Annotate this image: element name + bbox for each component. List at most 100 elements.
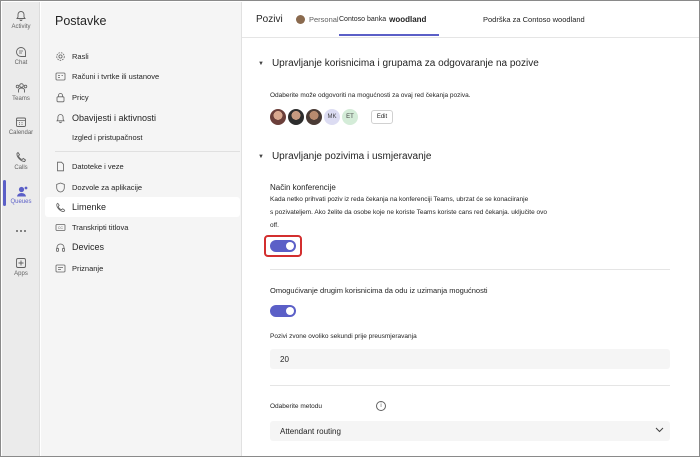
avatar[interactable]: MK <box>324 109 340 125</box>
rail-queues[interactable]: Queues <box>2 184 40 205</box>
rail-label: Calls <box>14 165 28 171</box>
ring-duration-label: Pozivi zvone ovoliko sekundi prije preus… <box>270 333 417 340</box>
tab-label: Podrška za Contoso woodland <box>483 15 585 24</box>
apps-icon <box>14 256 28 270</box>
routing-method-select[interactable]: Attendant routing <box>270 421 670 441</box>
rail-chat[interactable]: Chat <box>2 45 40 66</box>
section-call-routing[interactable]: ▼ Upravljanje pozivima i usmjeravanje <box>258 151 431 162</box>
conference-mode-description: s pozivateljem. Ako želite da osobe koje… <box>270 209 547 216</box>
conference-mode-description: Kada netko prihvati poziv iz reda čekanj… <box>270 196 529 203</box>
settings-nav: Postavke Rasli Računi i tvrtke ili ustan… <box>41 2 242 456</box>
phone-icon <box>14 150 28 164</box>
settings-content: ▼ Upravljanje korisnicima i grupama za o… <box>242 38 699 456</box>
calls-tab-header: Pozivi Personal Contoso banka woodland P… <box>242 2 699 38</box>
tab-label: Personal <box>309 15 339 24</box>
avatar[interactable] <box>288 109 304 125</box>
nav-item-label: Limenke <box>72 202 107 212</box>
rail-label: Apps <box>14 271 28 277</box>
avatar[interactable] <box>270 109 286 125</box>
calendar-icon <box>14 115 28 129</box>
rail-apps[interactable]: Apps <box>2 256 40 277</box>
collapse-caret-icon: ▼ <box>258 60 264 67</box>
answer-users-description: Odaberite može odgovoriti na mogućnosti … <box>270 92 471 99</box>
nav-item-app-permissions[interactable]: Dozvole za aplikacije <box>45 177 240 197</box>
chevron-down-icon <box>655 426 664 435</box>
rail-more[interactable] <box>2 224 40 238</box>
nav-item-label: Priznanje <box>72 263 104 273</box>
nav-item-label: Datoteke i veze <box>72 161 124 171</box>
nav-item-label: Izgled i pristupačnost <box>72 132 143 142</box>
chat-icon <box>14 45 28 59</box>
recognition-icon <box>55 263 66 274</box>
edit-button[interactable]: Edit <box>371 110 393 124</box>
tab-personal[interactable]: Personal <box>296 15 339 24</box>
conference-mode-title: Način konferencije <box>270 183 336 192</box>
shield-icon <box>55 182 66 193</box>
avatar[interactable]: ET <box>342 109 358 125</box>
headset-icon <box>55 242 66 253</box>
teams-window: Activity Chat Teams Calendar Calls Queue… <box>0 0 700 457</box>
divider <box>270 269 670 270</box>
nav-item-devices[interactable]: Devices <box>45 237 240 257</box>
nav-item-general[interactable]: Rasli <box>45 46 240 66</box>
app-rail: Activity Chat Teams Calendar Calls Queue… <box>2 2 40 456</box>
nav-item-captions[interactable]: CC Transkripti titlova <box>45 217 240 237</box>
toggle-knob <box>286 242 294 250</box>
rail-activity[interactable]: Activity <box>2 9 40 30</box>
collapse-caret-icon: ▼ <box>258 153 264 160</box>
bell-icon <box>14 9 28 23</box>
phone-icon <box>55 202 66 213</box>
section-answer-users[interactable]: ▼ Upravljanje korisnicima i grupama za o… <box>258 58 539 69</box>
rail-calendar[interactable]: Calendar <box>2 115 40 136</box>
lock-icon <box>55 92 66 103</box>
nav-divider <box>55 151 240 152</box>
eye-icon <box>55 132 66 143</box>
tab-label: Contoso banka <box>339 16 387 23</box>
rail-label: Chat <box>14 60 28 66</box>
tab-label-bold: woodland <box>389 15 427 24</box>
rail-label: Activity <box>11 24 31 30</box>
page-title: Pozivi <box>256 14 283 25</box>
nav-item-label: Dozvole za aplikacije <box>72 182 143 192</box>
nav-item-privacy[interactable]: Pricy <box>45 87 240 107</box>
cc-icon: CC <box>55 222 66 233</box>
nav-item-label: Rasli <box>72 51 89 61</box>
routing-method-label: Odaberite metodu <box>270 403 323 410</box>
org-icon <box>55 71 66 82</box>
more-icon <box>14 224 28 238</box>
conference-mode-toggle[interactable] <box>270 240 296 252</box>
gear-icon <box>55 51 66 62</box>
rail-calls[interactable]: Calls <box>2 150 40 171</box>
tab-contoso[interactable]: Contoso banka woodland <box>339 15 426 24</box>
avatar[interactable] <box>306 109 322 125</box>
nav-item-label: Računi i tvrtke ili ustanove <box>72 71 160 81</box>
nav-item-recognition[interactable]: Priznanje <box>45 258 240 278</box>
nav-item-accounts[interactable]: Računi i tvrtke ili ustanove <box>45 66 240 86</box>
rail-label: Queues <box>10 199 32 205</box>
tab-support[interactable]: Podrška za Contoso woodland <box>483 15 585 24</box>
nav-item-label: Obavijesti i aktivnosti <box>72 113 157 123</box>
section-title: Upravljanje korisnicima i grupama za odg… <box>271 58 539 69</box>
ring-duration-input[interactable]: 20 <box>270 349 670 369</box>
avatar <box>296 15 305 24</box>
nav-item-files[interactable]: Datoteke i veze <box>45 156 240 176</box>
nav-item-notifications[interactable]: Obavijesti i aktivnosti <box>45 108 240 128</box>
file-icon <box>55 161 66 172</box>
nav-item-label: Devices <box>72 242 105 252</box>
settings-title: Postavke <box>55 14 107 28</box>
nav-item-appearance[interactable]: Izgled i pristupačnost <box>45 127 240 147</box>
rail-label: Teams <box>12 96 30 102</box>
tab-active-indicator <box>339 34 439 36</box>
rail-teams[interactable]: Teams <box>2 81 40 102</box>
opt-out-title: Omogućivanje drugim korisnicima da odu i… <box>270 286 488 295</box>
rail-label: Calendar <box>8 130 34 136</box>
bell-icon <box>55 113 66 124</box>
nav-item-label: Transkripti titlova <box>72 222 129 232</box>
nav-item-calls[interactable]: Limenke <box>45 197 240 217</box>
info-icon[interactable]: i <box>376 401 386 411</box>
conference-mode-description: off. <box>270 222 279 229</box>
queues-icon <box>14 184 28 198</box>
routing-method-value: Attendant routing <box>280 426 341 436</box>
opt-out-toggle[interactable] <box>270 305 296 317</box>
divider <box>270 385 670 386</box>
